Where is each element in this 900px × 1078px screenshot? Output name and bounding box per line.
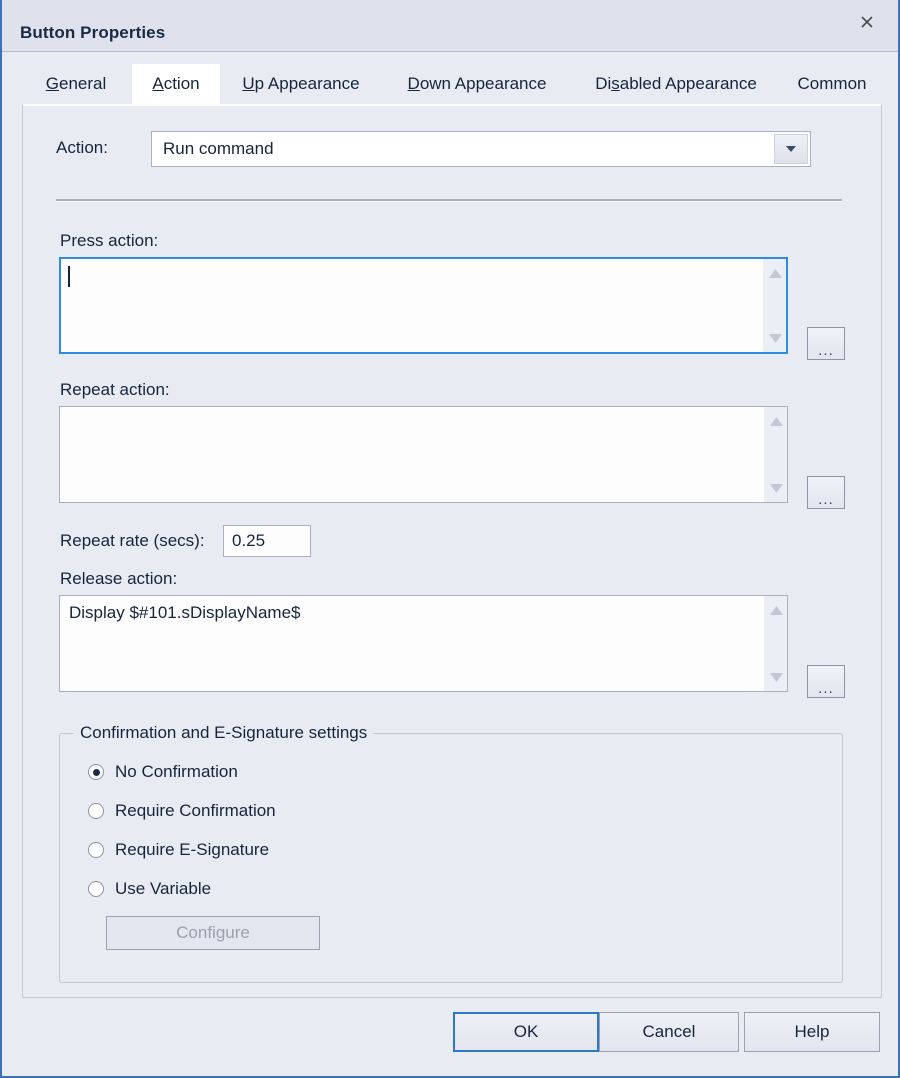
radio-no-confirmation-label: No Confirmation [115,762,238,781]
radio-require-confirmation[interactable]: Require Confirmation [88,801,276,821]
repeat-rate-label: Repeat rate (secs): [60,531,205,550]
release-action-textarea[interactable]: Display $#101.sDisplayName$ [59,595,788,692]
tab-disabled-accel: s [611,74,620,93]
tab-common-label: Common [797,74,867,93]
ok-button[interactable]: OK [453,1012,599,1052]
help-button[interactable]: Help [744,1012,880,1052]
press-action-label: Press action: [60,231,159,250]
radio-require-confirmation-label: Require Confirmation [115,801,276,820]
tab-common[interactable]: Common [780,64,884,104]
title-bar: Button Properties [2,0,898,52]
tab-up-appearance[interactable]: Up Appearance [220,64,382,104]
tab-general[interactable]: General [20,64,132,104]
scroll-down-icon[interactable] [765,667,788,687]
tab-down-accel: D [407,74,420,93]
tab-action[interactable]: Action [132,64,220,104]
close-icon[interactable] [846,6,888,38]
action-select-value: Run command [163,139,274,158]
tab-action-label: ction [163,74,200,93]
tab-up-appearance-label: p Appearance [254,74,360,93]
release-action-scrollbar[interactable] [764,596,787,691]
repeat-rate-input[interactable]: 0.25 [223,525,311,557]
tab-general-label: eneral [58,74,107,93]
repeat-action-browse-label: ... [818,491,834,508]
tab-up-accel: U [242,74,255,93]
radio-indicator [88,803,104,819]
configure-button[interactable]: Configure [106,916,320,950]
radio-require-esignature-label: Require E-Signature [115,840,270,859]
confirmation-group-title: Confirmation and E-Signature settings [74,723,374,743]
repeat-action-label: Repeat action: [60,380,170,399]
release-action-browse-button[interactable]: ... [807,665,845,698]
repeat-action-scrollbar[interactable] [764,407,787,502]
radio-require-esignature[interactable]: Require E-Signature [88,840,269,860]
chevron-down-icon[interactable] [774,134,808,164]
tab-down-appearance[interactable]: Down Appearance [382,64,572,104]
repeat-action-browse-button[interactable]: ... [807,476,845,509]
scroll-up-icon[interactable] [765,411,788,431]
tab-general-accel: G [45,74,59,93]
button-properties-dialog: Button Properties General Action Up Appe… [0,0,900,1078]
press-action-browse-label: ... [818,342,834,359]
scroll-up-icon[interactable] [764,263,787,283]
release-action-browse-label: ... [818,680,834,697]
tab-disabled-pre: Di [595,74,612,93]
repeat-action-textarea[interactable] [59,406,788,503]
press-action-textarea[interactable] [59,257,788,354]
action-label: Action: [56,138,108,157]
radio-indicator [88,842,104,858]
action-select[interactable]: Run command [151,131,811,167]
text-caret [68,266,70,287]
radio-use-variable[interactable]: Use Variable [88,879,211,899]
confirmation-settings-group: Confirmation and E-Signature settings No… [59,723,843,983]
dialog-title: Button Properties [20,23,166,42]
action-tab-panel: Action: Run command Press action: ... Re… [22,104,882,998]
tab-disabled-appearance[interactable]: Disabled Appearance [572,64,780,104]
tab-disabled-appearance-label: abled Appearance [619,74,757,93]
radio-indicator [88,764,104,780]
press-action-scrollbar[interactable] [763,259,786,352]
cancel-button[interactable]: Cancel [599,1012,739,1052]
tab-down-appearance-label: own Appearance [419,74,547,93]
radio-no-confirmation[interactable]: No Confirmation [88,762,238,782]
press-action-browse-button[interactable]: ... [807,327,845,360]
tab-strip: General Action Up Appearance Down Appear… [20,64,882,106]
release-action-value: Display $#101.sDisplayName$ [69,603,301,622]
scroll-down-icon[interactable] [765,478,788,498]
scroll-up-icon[interactable] [765,600,788,620]
section-divider [56,199,842,202]
tab-action-accel: A [152,74,164,93]
radio-indicator [88,881,104,897]
release-action-label: Release action: [60,569,178,588]
repeat-rate-value: 0.25 [232,531,266,550]
scroll-down-icon[interactable] [764,328,787,348]
radio-use-variable-label: Use Variable [115,879,212,898]
